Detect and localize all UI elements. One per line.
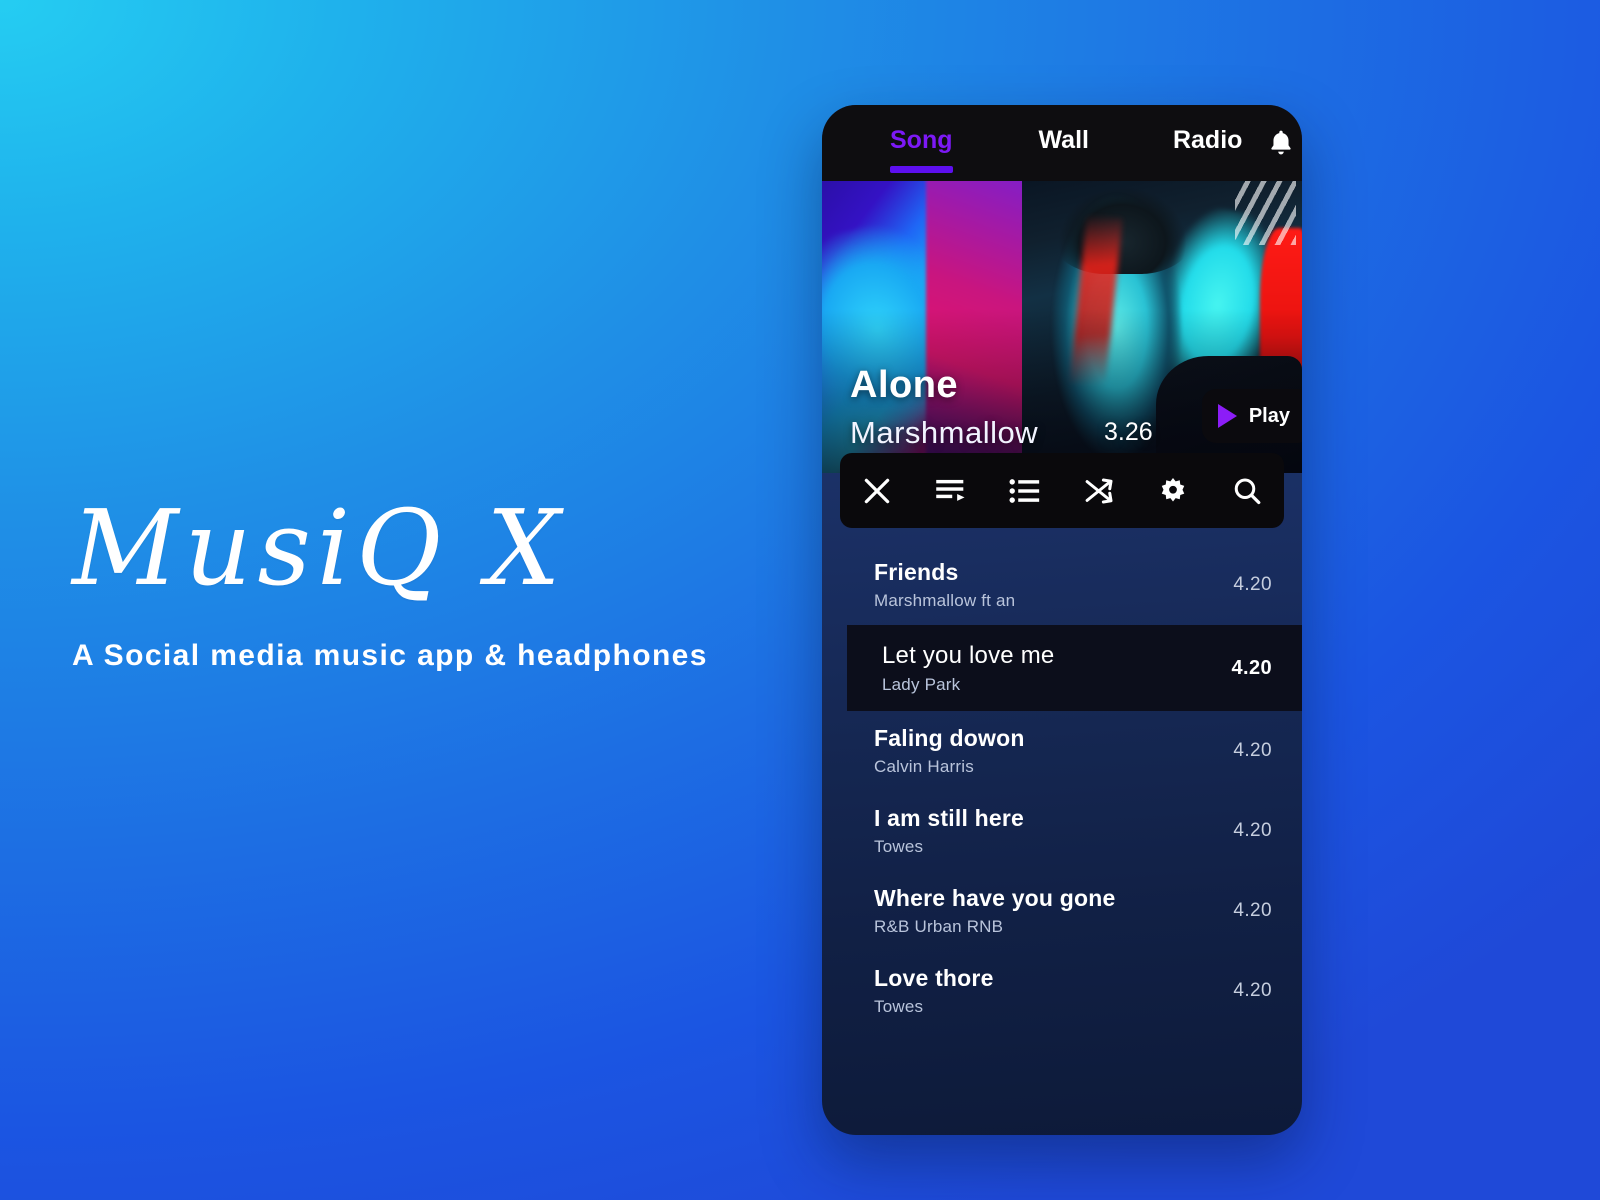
- app-tagline: A Social media music app & headphones: [72, 639, 708, 673]
- track-artist: Towes: [874, 837, 924, 856]
- tab-song[interactable]: Song: [890, 126, 953, 173]
- track-row[interactable]: Faling dowon Calvin Harris 4.20: [822, 711, 1302, 791]
- track-artist: Towes: [874, 997, 924, 1016]
- track-row[interactable]: Friends Marshmallow ft an 4.20: [822, 545, 1302, 625]
- track-duration: 4.20: [1233, 900, 1272, 921]
- track-duration: 4.20: [1233, 740, 1272, 761]
- artwork-hair: [1049, 181, 1196, 275]
- list-icon[interactable]: [1003, 469, 1047, 513]
- track-title: Let you love me: [882, 641, 1055, 669]
- bell-icon[interactable]: [1268, 129, 1294, 157]
- track-duration: 4.20: [1231, 656, 1272, 679]
- gear-icon[interactable]: [1151, 469, 1195, 513]
- track-row[interactable]: I am still here Towes 4.20: [822, 791, 1302, 871]
- nav-tabs: Song Wall Radio: [846, 126, 1242, 173]
- close-icon[interactable]: [855, 469, 899, 513]
- now-playing-artist: Marshmallow: [850, 415, 1039, 450]
- playlist-play-icon[interactable]: [929, 469, 973, 513]
- play-button-label: Play: [1248, 404, 1290, 427]
- track-title: Love thore: [874, 965, 994, 991]
- track-info: Where have you gone R&B Urban RNB: [874, 885, 1116, 937]
- search-icon[interactable]: [1225, 469, 1269, 513]
- poster-canvas: MusiQ X A Social media music app & headp…: [0, 0, 1600, 1200]
- shuffle-icon[interactable]: [1077, 469, 1121, 513]
- now-playing-hero: Alone Marshmallow 3.26 Play: [822, 181, 1302, 473]
- track-duration: 4.20: [1233, 980, 1272, 1001]
- track-artist: Lady Park: [882, 674, 961, 694]
- track-info: I am still here Towes: [874, 805, 1024, 857]
- track-artist: Calvin Harris: [874, 757, 974, 776]
- track-title: Faling dowon: [874, 725, 1025, 751]
- track-row[interactable]: Love thore Towes 4.20: [822, 951, 1302, 1031]
- phone-mockup: Song Wall Radio Alone Marshmallow 3.26 P…: [822, 105, 1302, 1135]
- track-row[interactable]: Where have you gone R&B Urban RNB 4.20: [822, 871, 1302, 951]
- app-logo-wordmark: MusiQ X: [72, 487, 567, 609]
- tab-wall[interactable]: Wall: [1039, 126, 1089, 160]
- track-duration: 4.20: [1233, 574, 1272, 595]
- play-button[interactable]: Play: [1201, 389, 1302, 443]
- track-info: Faling dowon Calvin Harris: [874, 725, 1025, 777]
- artwork-stripes: [1234, 181, 1297, 246]
- tab-radio[interactable]: Radio: [1173, 126, 1242, 160]
- track-row-selected[interactable]: Let you love me Lady Park 4.20: [847, 625, 1302, 711]
- branding-block: MusiQ X A Social media music app & headp…: [72, 487, 772, 673]
- app-topbar: Song Wall Radio: [822, 105, 1302, 181]
- track-artist: R&B Urban RNB: [874, 917, 1004, 936]
- track-title: Friends: [874, 559, 959, 585]
- track-info: Friends Marshmallow ft an: [874, 559, 1015, 611]
- play-triangle-icon: [1217, 404, 1237, 428]
- track-artist: Marshmallow ft an: [874, 591, 1016, 610]
- track-title: I am still here: [874, 805, 1025, 831]
- track-info: Love thore Towes: [874, 965, 994, 1017]
- now-playing-duration: 3.26: [1104, 418, 1153, 446]
- track-info: Let you love me Lady Park: [882, 642, 1054, 695]
- track-title: Where have you gone: [874, 885, 1116, 911]
- track-duration: 4.20: [1233, 820, 1272, 841]
- player-toolbar: [840, 453, 1284, 528]
- track-list: Friends Marshmallow ft an 4.20 Let you l…: [822, 545, 1302, 1031]
- now-playing-title: Alone: [850, 364, 959, 406]
